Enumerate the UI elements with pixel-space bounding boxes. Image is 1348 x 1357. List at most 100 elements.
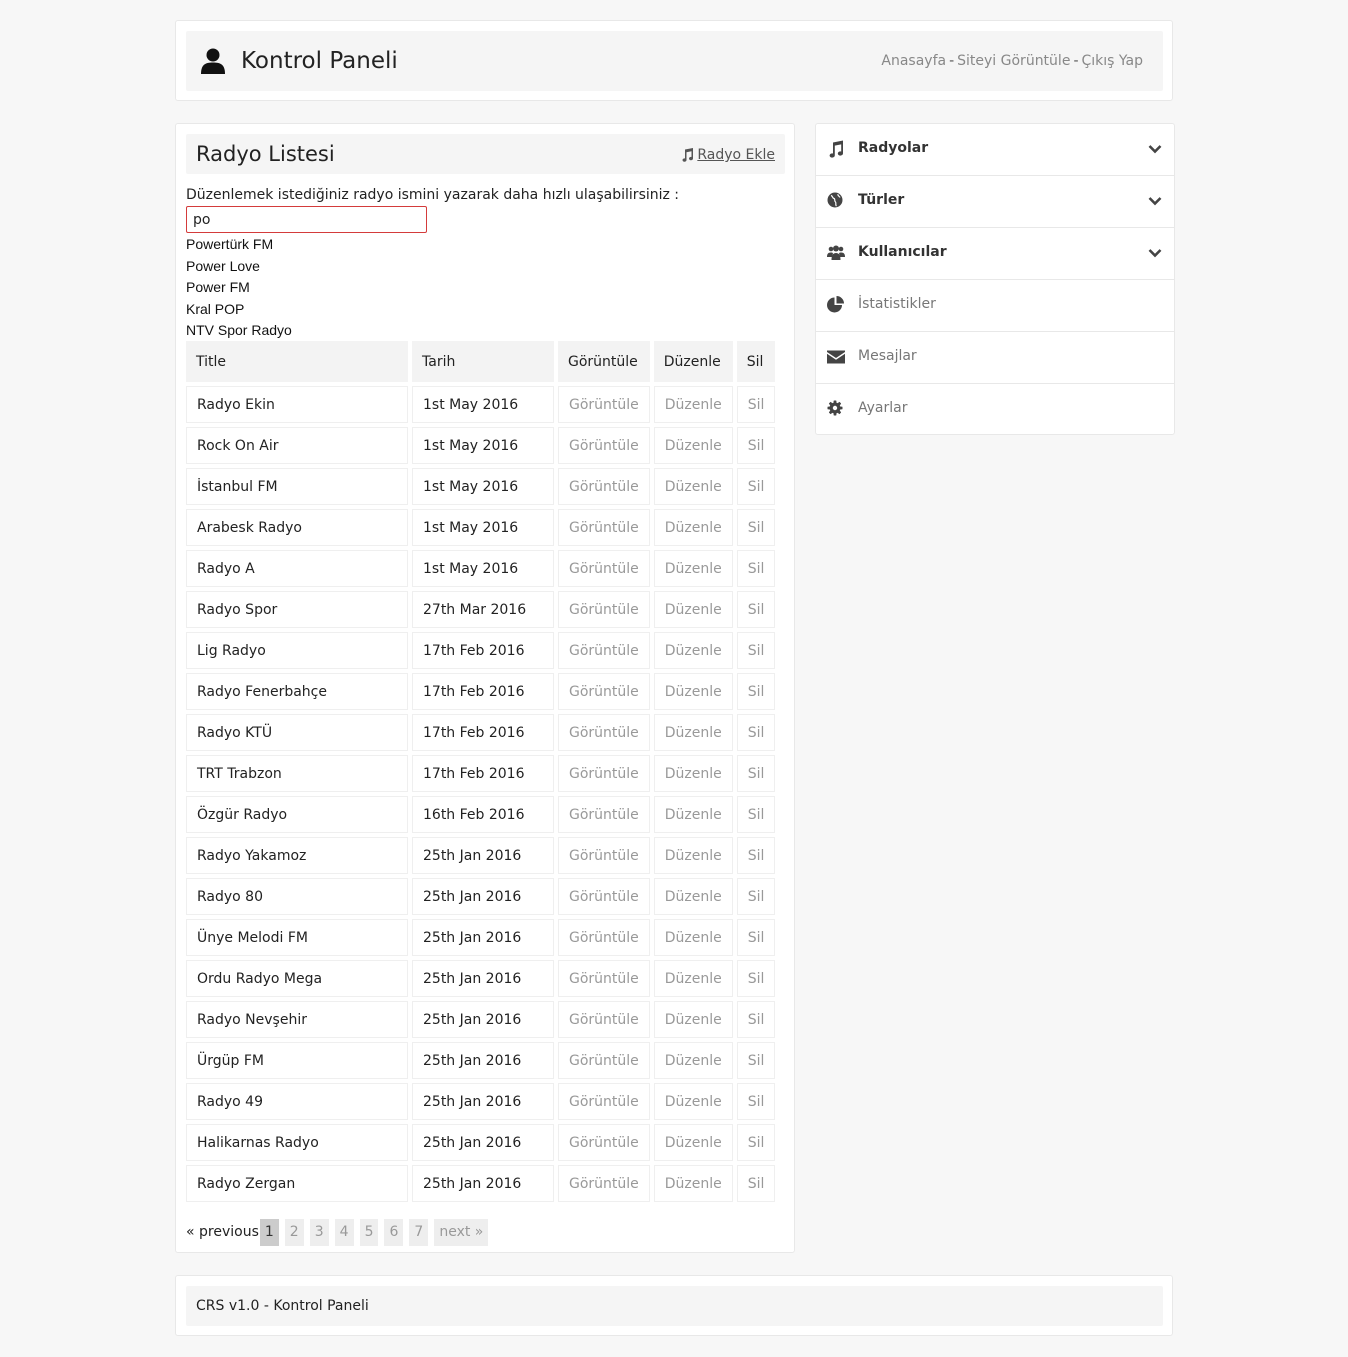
view-link[interactable]: Görüntüle [558,837,650,874]
pagination-page[interactable]: 4 [334,1219,354,1246]
edit-link[interactable]: Düzenle [653,591,733,628]
view-link[interactable]: Görüntüle [558,714,650,751]
delete-link[interactable]: Sil [736,509,776,546]
delete-link[interactable]: Sil [736,1124,776,1161]
search-input[interactable] [186,206,427,233]
sidebar-item-kullanicilar[interactable]: Kullanıcılar [816,228,1174,280]
radio-table: Title Tarih Görüntüle Düzenle Sil Radyo … [182,337,779,1206]
add-radio-button[interactable]: Radyo Ekle [680,147,775,163]
view-link[interactable]: Görüntüle [558,550,650,587]
radio-title-cell: Halikarnas Radyo [186,1124,408,1161]
view-link[interactable]: Görüntüle [558,1165,650,1202]
pagination-page[interactable]: 6 [384,1219,404,1246]
sidebar-item-ayarlar[interactable]: Ayarlar [816,384,1174,436]
suggestion-item[interactable]: Kral POP [186,299,292,321]
table-row: Radyo 49 25th Jan 2016 Görüntüle Düzenle Sil [186,1083,776,1120]
edit-link[interactable]: Düzenle [653,550,733,587]
radio-date-cell: 25th Jan 2016 [412,1124,554,1161]
pagination-next[interactable]: next » [434,1219,489,1246]
edit-link[interactable]: Düzenle [653,1124,733,1161]
nav-home-link[interactable]: Anasayfa [881,53,946,69]
delete-link[interactable]: Sil [736,673,776,710]
delete-link[interactable]: Sil [736,1001,776,1038]
nav-logout-link[interactable]: Çıkış Yap [1082,53,1144,69]
edit-link[interactable]: Düzenle [653,1165,733,1202]
edit-link[interactable]: Düzenle [653,1001,733,1038]
table-row: Arabesk Radyo 1st May 2016 Görüntüle Düzenl… [186,509,776,546]
delete-link[interactable]: Sil [736,591,776,628]
edit-link[interactable]: Düzenle [653,837,733,874]
edit-link[interactable]: Düzenle [653,386,733,423]
view-link[interactable]: Görüntüle [558,632,650,669]
view-link[interactable]: Görüntüle [558,796,650,833]
delete-link[interactable]: Sil [736,919,776,956]
table-row: Ordu Radyo Mega 25th Jan 2016 Görüntüle Düz… [186,960,776,997]
pagination-previous[interactable]: « previous [186,1219,260,1246]
view-link[interactable]: Görüntüle [558,509,650,546]
edit-link[interactable]: Düzenle [653,878,733,915]
edit-link[interactable]: Düzenle [653,960,733,997]
sidebar-item-mesajlar[interactable]: Mesajlar [816,332,1174,384]
edit-link[interactable]: Düzenle [653,1042,733,1079]
radio-date-cell: 25th Jan 2016 [412,919,554,956]
radio-date-cell: 1st May 2016 [412,550,554,587]
radio-date-cell: 25th Jan 2016 [412,837,554,874]
sidebar-item-istatistikler[interactable]: İstatistikler [816,280,1174,332]
gear-icon [827,400,843,416]
edit-link[interactable]: Düzenle [653,714,733,751]
view-link[interactable]: Görüntüle [558,919,650,956]
radio-date-cell: 16th Feb 2016 [412,796,554,833]
delete-link[interactable]: Sil [736,386,776,423]
view-link[interactable]: Görüntüle [558,1124,650,1161]
suggestion-item[interactable]: Power Love [186,256,292,278]
pagination-page[interactable]: 3 [309,1219,329,1246]
view-link[interactable]: Görüntüle [558,960,650,997]
delete-link[interactable]: Sil [736,1042,776,1079]
view-link[interactable]: Görüntüle [558,468,650,505]
pagination-page[interactable]: 7 [409,1219,429,1246]
delete-link[interactable]: Sil [736,1165,776,1202]
table-row: Ürgüp FM 25th Jan 2016 Görüntüle Düzenle Sil [186,1042,776,1079]
edit-link[interactable]: Düzenle [653,509,733,546]
view-link[interactable]: Görüntüle [558,386,650,423]
edit-link[interactable]: Düzenle [653,1083,733,1120]
pie-chart-icon [827,296,844,313]
delete-link[interactable]: Sil [736,837,776,874]
view-link[interactable]: Görüntüle [558,878,650,915]
edit-link[interactable]: Düzenle [653,468,733,505]
radio-date-cell: 25th Jan 2016 [412,1001,554,1038]
delete-link[interactable]: Sil [736,550,776,587]
delete-link[interactable]: Sil [736,878,776,915]
pagination-page[interactable]: 5 [359,1219,379,1246]
edit-link[interactable]: Düzenle [653,796,733,833]
edit-link[interactable]: Düzenle [653,427,733,464]
edit-link[interactable]: Düzenle [653,673,733,710]
suggestion-item[interactable]: Power FM [186,277,292,299]
sidebar-item-turler[interactable]: Türler [816,176,1174,228]
pagination-page[interactable]: 2 [284,1219,304,1246]
footer-bar: CRS v1.0 - Kontrol Paneli [186,1286,1163,1326]
view-link[interactable]: Görüntüle [558,1001,650,1038]
nav-view-site-link[interactable]: Siteyi Görüntüle [957,53,1070,69]
delete-link[interactable]: Sil [736,960,776,997]
view-link[interactable]: Görüntüle [558,1083,650,1120]
delete-link[interactable]: Sil [736,427,776,464]
delete-link[interactable]: Sil [736,1083,776,1120]
music-icon [829,140,843,158]
delete-link[interactable]: Sil [736,796,776,833]
view-link[interactable]: Görüntüle [558,755,650,792]
delete-link[interactable]: Sil [736,755,776,792]
edit-link[interactable]: Düzenle [653,632,733,669]
delete-link[interactable]: Sil [736,632,776,669]
edit-link[interactable]: Düzenle [653,919,733,956]
edit-link[interactable]: Düzenle [653,755,733,792]
pagination-page-current[interactable]: 1 [259,1219,279,1246]
view-link[interactable]: Görüntüle [558,1042,650,1079]
delete-link[interactable]: Sil [736,714,776,751]
sidebar-item-radyolar[interactable]: Radyolar [816,124,1174,176]
delete-link[interactable]: Sil [736,468,776,505]
view-link[interactable]: Görüntüle [558,591,650,628]
suggestion-item[interactable]: Powertürk FM [186,234,292,256]
view-link[interactable]: Görüntüle [558,427,650,464]
view-link[interactable]: Görüntüle [558,673,650,710]
